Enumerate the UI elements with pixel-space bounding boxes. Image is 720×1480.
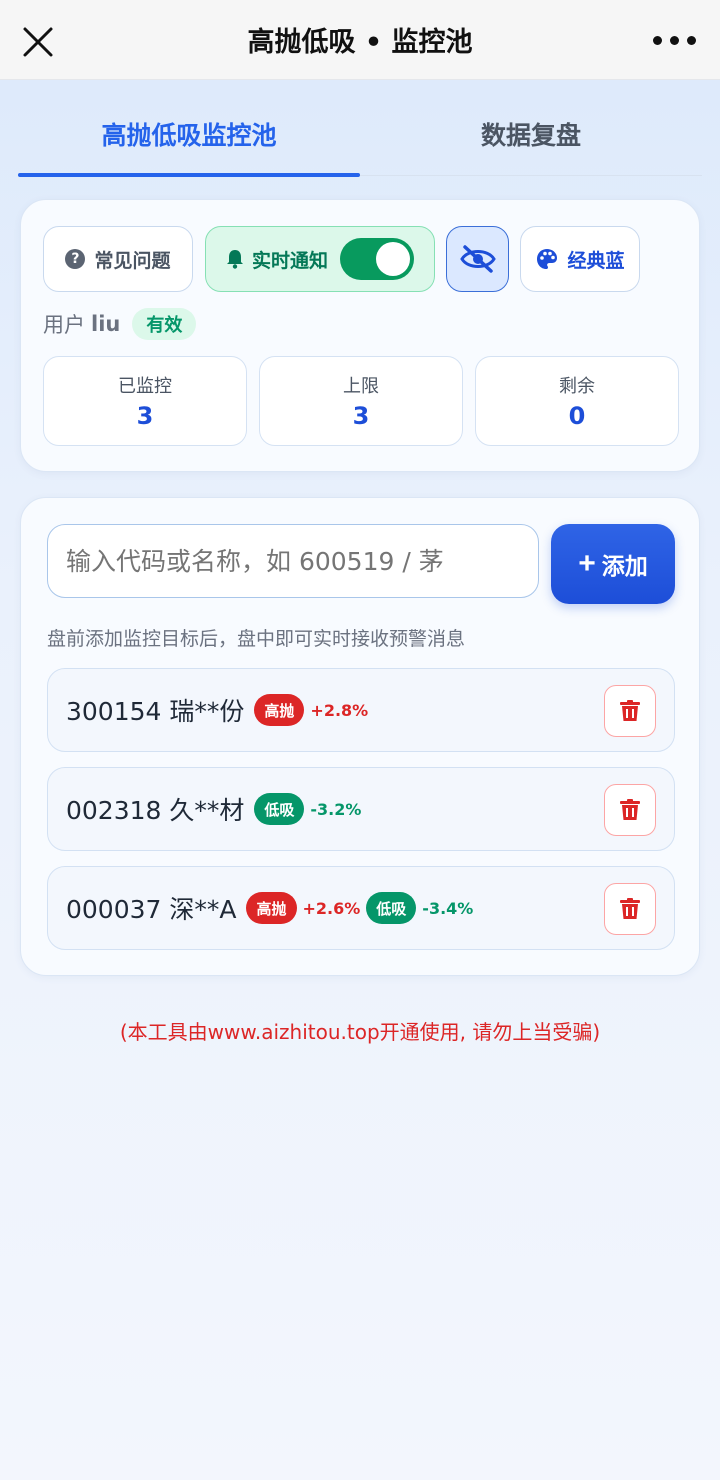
- eye-slash-icon: [459, 245, 496, 273]
- notify-toggle[interactable]: [340, 238, 414, 280]
- status-badge: 有效: [132, 308, 197, 340]
- stat-monitored: 已监控 3: [43, 356, 247, 446]
- top-bar: 高抛低吸 • 监控池: [0, 0, 720, 80]
- footer-note: (本工具由www.aizhitou.top开通使用, 请勿上当受骗): [119, 1020, 601, 1044]
- stock-name: 002318 久**材: [66, 796, 245, 825]
- signal-tag: 高抛: [254, 694, 305, 726]
- delete-button[interactable]: [604, 685, 656, 737]
- stat-value: 0: [568, 402, 586, 430]
- stat-label: 已监控: [118, 376, 172, 397]
- signal-tag: 低吸: [254, 793, 305, 825]
- stat-remaining: 剩余 0: [475, 356, 679, 446]
- question-icon: ?: [65, 249, 86, 269]
- status-card: ? 常见问题 实时通知 经典蓝 用户 liu 有效 已监控 3 上限 3 剩余 …: [20, 199, 700, 472]
- hide-toggle-button[interactable]: [446, 226, 509, 292]
- user-name: liu: [91, 312, 121, 336]
- search-input[interactable]: [47, 524, 539, 598]
- theme-label: 经典蓝: [567, 249, 625, 272]
- signal-pct: -3.4%: [422, 898, 474, 918]
- bell-icon: [226, 250, 243, 269]
- stat-value: 3: [352, 402, 370, 430]
- signal-tag: 高抛: [246, 892, 297, 924]
- stock-name: 000037 深**A: [66, 895, 237, 924]
- user-label: 用户: [43, 313, 85, 337]
- watchlist-card: + 添加 盘前添加监控目标后，盘中即可实时接收预警消息 300154 瑞**份 …: [20, 497, 700, 976]
- trash-icon: [620, 799, 640, 820]
- more-icon[interactable]: [653, 36, 696, 45]
- theme-button[interactable]: 经典蓝: [520, 226, 640, 292]
- stat-label: 上限: [343, 376, 379, 397]
- add-label: 添加: [601, 553, 648, 579]
- page-title: 高抛低吸 • 监控池: [247, 27, 473, 58]
- close-icon[interactable]: [22, 26, 54, 58]
- user-line: 用户 liu 有效: [43, 306, 197, 342]
- stat-label: 剩余: [559, 376, 595, 397]
- add-button[interactable]: + 添加: [551, 524, 675, 604]
- signal-pct: -3.2%: [310, 799, 362, 819]
- plus-icon: +: [578, 547, 596, 580]
- trash-icon: [620, 700, 640, 721]
- hint-text: 盘前添加监控目标后，盘中即可实时接收预警消息: [47, 628, 466, 650]
- stat-value: 3: [136, 402, 154, 430]
- list-item: 300154 瑞**份 高抛 +2.8%: [47, 668, 675, 752]
- palette-icon: [537, 249, 558, 269]
- signal-pct: +2.8%: [310, 700, 369, 720]
- stock-name: 300154 瑞**份: [66, 697, 245, 726]
- stat-limit: 上限 3: [259, 356, 463, 446]
- faq-button[interactable]: ? 常见问题: [43, 226, 193, 292]
- delete-button[interactable]: [604, 784, 656, 836]
- list-item: 000037 深**A 高抛 +2.6% 低吸 -3.4%: [47, 866, 675, 950]
- list-item: 002318 久**材 低吸 -3.2%: [47, 767, 675, 851]
- notify-toggle-group: 实时通知: [205, 226, 435, 292]
- faq-label: 常见问题: [94, 249, 171, 272]
- tab-bar: 高抛低吸监控池 数据复盘: [18, 92, 702, 177]
- tab-data-review[interactable]: 数据复盘: [360, 92, 702, 176]
- tab-monitor-pool[interactable]: 高抛低吸监控池: [18, 92, 360, 177]
- signal-tag: 低吸: [366, 892, 417, 924]
- notify-label: 实时通知: [251, 249, 328, 272]
- delete-button[interactable]: [604, 883, 656, 935]
- signal-pct: +2.6%: [302, 898, 361, 918]
- trash-icon: [620, 898, 640, 919]
